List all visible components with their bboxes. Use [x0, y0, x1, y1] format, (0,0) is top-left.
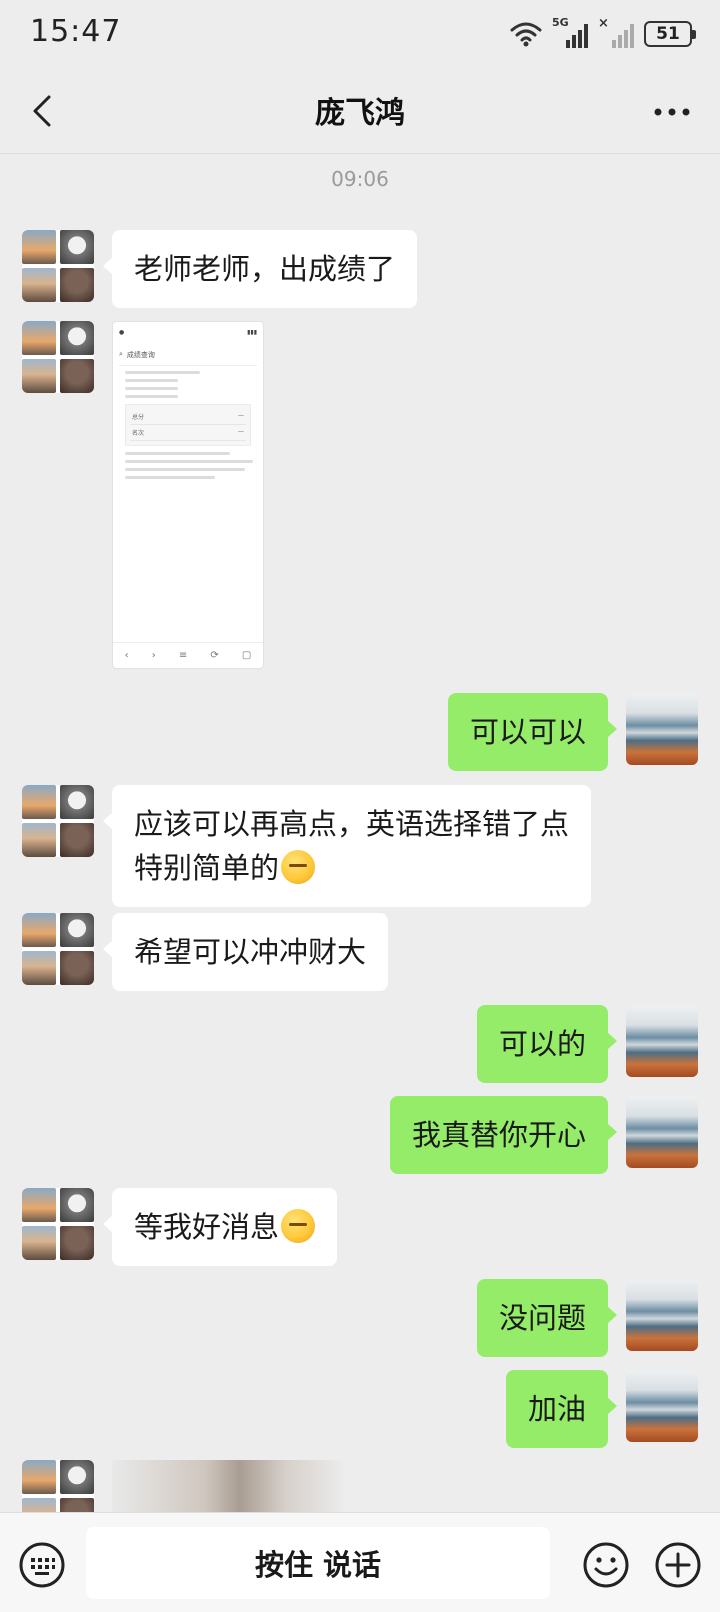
- more-options-button[interactable]: [650, 92, 694, 132]
- contact-avatar[interactable]: [22, 1460, 94, 1512]
- contact-avatar[interactable]: [22, 913, 94, 985]
- my-avatar[interactable]: [626, 1279, 698, 1351]
- sad-face-emoji: [281, 850, 316, 884]
- sent-message-bubble[interactable]: 没问题: [476, 1279, 618, 1357]
- received-message-bubble[interactable]: 等我好消息: [102, 1188, 338, 1266]
- contact-avatar[interactable]: [22, 230, 94, 302]
- image-message[interactable]: ● ▮▮▮ ⌕ 成绩查询 总分 — 名次 — ‹ › ≡ ⟳ ▢: [112, 321, 264, 669]
- sent-message-bubble[interactable]: 我真替你开心: [389, 1096, 618, 1174]
- message-row-partial: [0, 1460, 720, 1512]
- chat-title: 庞飞鸿: [315, 96, 405, 131]
- contact-avatar[interactable]: [22, 785, 94, 857]
- plus-circle-icon: [655, 1542, 701, 1588]
- my-avatar[interactable]: [626, 1096, 698, 1168]
- status-icons: 5G × 51: [510, 16, 696, 50]
- smirk-emoji: [281, 1209, 316, 1243]
- thumb-score-card: 总分 — 名次 —: [125, 404, 251, 446]
- keyboard-icon: [19, 1542, 65, 1588]
- contact-avatar[interactable]: [22, 1188, 94, 1260]
- sent-message-bubble[interactable]: 可以的: [476, 1005, 618, 1083]
- sent-message-bubble[interactable]: 加油: [505, 1370, 618, 1448]
- status-bar: 15:47 5G × 51: [0, 0, 720, 68]
- hold-to-talk-button[interactable]: 按住 说话: [86, 1527, 550, 1599]
- sent-message-bubble[interactable]: 可以可以: [447, 693, 618, 771]
- cellular-signal-icon: 5G: [552, 16, 588, 48]
- my-avatar[interactable]: [626, 1370, 698, 1442]
- contact-avatar[interactable]: [22, 321, 94, 393]
- chat-message-list[interactable]: 09:06 老师老师，出成绩了 ● ▮▮▮ ⌕ 成绩查询 总分 — 名次 — ‹ › ≡ ⟳…: [0, 155, 720, 1512]
- battery-icon: 51: [644, 21, 696, 47]
- received-message-bubble[interactable]: 应该可以再高点，英语选择错了点 特别简单的: [102, 785, 592, 907]
- image-message-partial[interactable]: [112, 1460, 344, 1512]
- wifi-icon: [510, 22, 542, 47]
- received-message-bubble[interactable]: 希望可以冲冲财大: [102, 913, 389, 991]
- chat-header: 庞飞鸿: [0, 68, 720, 154]
- emoji-button[interactable]: [582, 1541, 630, 1589]
- search-icon: ⌕: [119, 350, 123, 358]
- message-text: 应该可以再高点，英语选择错了点 特别简单的: [134, 807, 570, 885]
- received-message-bubble[interactable]: 老师老师，出成绩了: [102, 230, 418, 308]
- secondary-signal-icon: ×: [598, 16, 634, 48]
- keyboard-toggle-button[interactable]: [18, 1541, 66, 1589]
- battery-level: 51: [656, 24, 680, 44]
- more-actions-button[interactable]: [654, 1541, 702, 1589]
- emoji-icon: [583, 1542, 629, 1588]
- status-time: 15:47: [30, 14, 122, 49]
- chat-input-bar: 按住 说话: [0, 1512, 720, 1612]
- thumb-search-text: 成绩查询: [126, 350, 155, 359]
- message-timestamp: 09:06: [331, 167, 389, 191]
- my-avatar[interactable]: [626, 693, 698, 765]
- message-text: 等我好消息: [134, 1210, 280, 1244]
- more-horizontal-icon: [654, 108, 690, 116]
- my-avatar[interactable]: [626, 1005, 698, 1077]
